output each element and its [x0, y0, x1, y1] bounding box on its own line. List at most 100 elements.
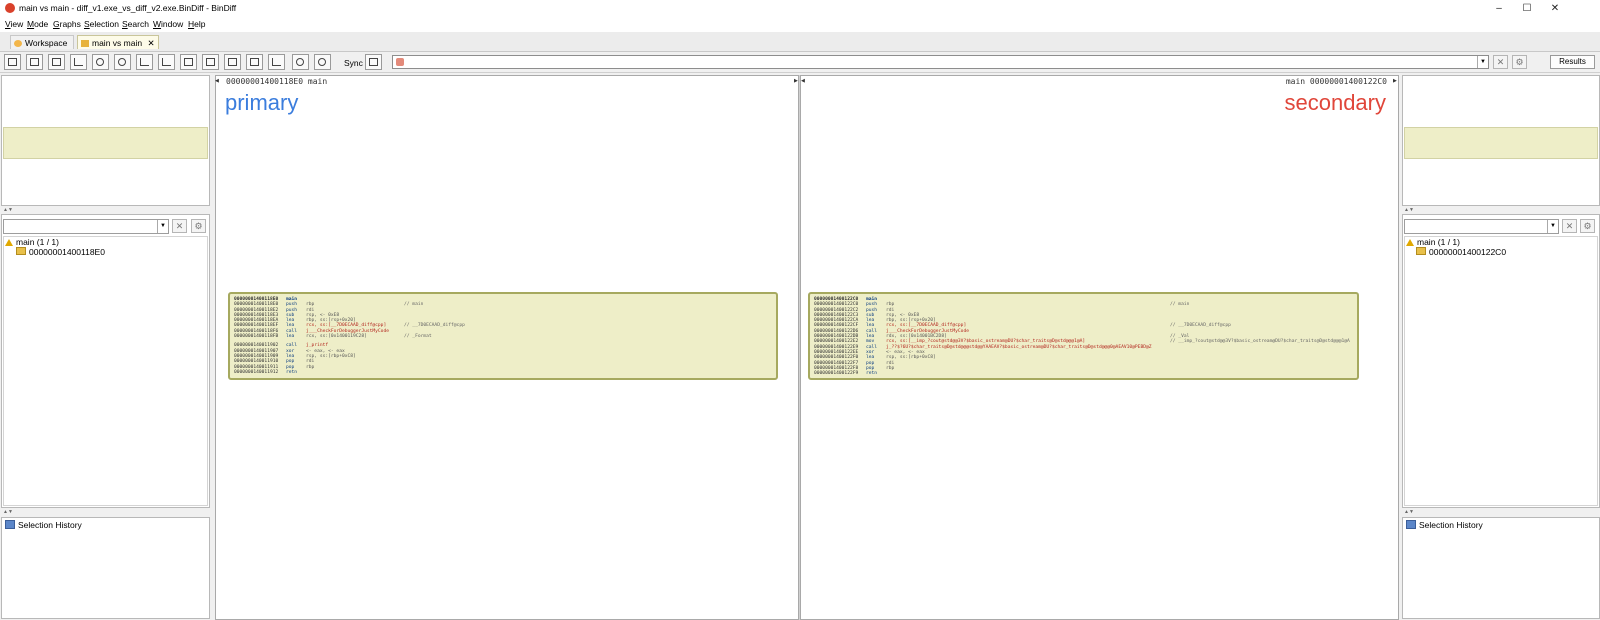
orthogonal-layout-icon: [96, 58, 104, 66]
text-view-button[interactable]: [48, 54, 65, 70]
secondary-tree-child[interactable]: 00000001400122C0: [1416, 247, 1506, 257]
primary-collapse-left[interactable]: ◀: [215, 78, 219, 84]
folder-icon: [1416, 247, 1426, 255]
select-ancestors-button[interactable]: [268, 54, 285, 70]
left-splitter-top[interactable]: ▲▼: [3, 208, 13, 213]
tab-workspace[interactable]: Workspace: [10, 35, 74, 49]
chevron-down-icon[interactable]: ▼: [157, 220, 168, 233]
primary-filter-clear-button[interactable]: ✕: [172, 219, 187, 233]
instruction-row[interactable]: 00000001400122F9 retn: [814, 371, 1353, 376]
hierarchic-layout-button[interactable]: [70, 54, 87, 70]
screenshot-button[interactable]: [246, 54, 263, 70]
primary-tree-child[interactable]: 00000001400118E0: [16, 247, 105, 257]
secondary-tree: [1404, 236, 1598, 506]
instruction-address: 00000001400122F9: [814, 371, 859, 377]
history-icon: [1406, 520, 1416, 529]
primary-tree-child-label: 00000001400118E0: [29, 247, 105, 257]
sync-toggle-button[interactable]: [365, 54, 382, 70]
primary-filter-settings-button[interactable]: ⚙: [191, 219, 206, 233]
menu-search[interactable]: Search: [122, 19, 149, 29]
secondary-tree-root-label: main (1 / 1): [1417, 237, 1460, 247]
menu-window[interactable]: Window: [153, 19, 183, 29]
search-filter-icon: [396, 58, 404, 66]
instruction-mnemonic: retn: [866, 371, 878, 377]
chevron-down-icon[interactable]: ▼: [1477, 56, 1488, 68]
clear-search-button[interactable]: ✕: [1493, 55, 1508, 69]
folder-icon: [16, 247, 26, 255]
secondary-collapse-left[interactable]: ◀: [801, 78, 805, 84]
function-icon: [5, 239, 13, 246]
circular-layout-button[interactable]: [114, 54, 131, 70]
menu-graphs[interactable]: Graphs: [53, 19, 81, 29]
combined-view-button[interactable]: [26, 54, 43, 70]
close-window-button[interactable]: ✕: [1544, 2, 1566, 15]
left-splitter-bottom[interactable]: ▲▼: [3, 510, 13, 515]
function-icon: [1406, 239, 1414, 246]
select-successors-button[interactable]: [292, 54, 309, 70]
search-combo[interactable]: ▼: [392, 55, 1489, 69]
tab-workspace-label: Workspace: [25, 38, 68, 48]
secondary-filter-combo[interactable]: ▼: [1404, 219, 1559, 234]
primary-history-title: Selection History: [18, 520, 82, 530]
primary-label: primary: [225, 90, 299, 115]
secondary-graph-header: main 00000001400122C0: [1285, 77, 1387, 86]
menu-mode[interactable]: Mode: [27, 19, 48, 29]
sync-icon: [369, 58, 378, 66]
primary-tree-root[interactable]: main (1 / 1): [5, 237, 59, 247]
screenshot-icon: [250, 58, 259, 66]
primary-history-header[interactable]: Selection History: [5, 520, 82, 530]
window-title: main vs main - diff_v1.exe_vs_diff_v2.ex…: [19, 3, 237, 13]
secondary-tree-root[interactable]: main (1 / 1): [1406, 237, 1460, 247]
orthogonal-layout-button[interactable]: [92, 54, 109, 70]
workspace-icon: [14, 40, 22, 47]
tab-main-vs-main[interactable]: main vs main ✕: [77, 35, 159, 49]
zoom-fit-icon: [184, 58, 193, 66]
primary-overview-viewport[interactable]: [3, 127, 208, 159]
right-splitter-top[interactable]: ▲▼: [1404, 208, 1414, 213]
select-ancestors-icon: [272, 58, 281, 66]
secondary-history-header[interactable]: Selection History: [1406, 520, 1483, 530]
primary-collapse-right[interactable]: ▶: [794, 78, 798, 84]
proximity-browsing-button[interactable]: [136, 54, 153, 70]
menu-selection[interactable]: Selection: [84, 19, 119, 29]
secondary-collapse-right[interactable]: ▶: [1393, 78, 1397, 84]
minimize-button[interactable]: –: [1488, 2, 1510, 15]
proximity-settings-button[interactable]: [158, 54, 175, 70]
primary-basic-block[interactable]: 00000001400118E0 main 00000001400118E0 push…: [228, 292, 778, 380]
primary-filter-combo[interactable]: ▼: [3, 219, 169, 234]
instruction-row[interactable]: 0000000140011912 retn: [234, 370, 772, 375]
magnifier-button[interactable]: [224, 54, 241, 70]
zoom-fit-button[interactable]: [180, 54, 197, 70]
history-icon: [5, 520, 15, 529]
menu-help[interactable]: Help: [188, 19, 205, 29]
secondary-label: secondary: [1284, 90, 1386, 115]
menu-bar: [0, 17, 1600, 32]
search-settings-button[interactable]: ⚙: [1512, 55, 1527, 69]
lock-selection-button[interactable]: [314, 54, 331, 70]
sync-label: Sync: [344, 58, 363, 68]
instruction-mnemonic: retn: [286, 369, 298, 375]
chevron-down-icon[interactable]: ▼: [1547, 220, 1558, 233]
secondary-overview-viewport[interactable]: [1404, 127, 1598, 159]
maximize-button[interactable]: ☐: [1516, 2, 1538, 15]
select-successors-icon: [296, 58, 304, 66]
secondary-basic-block[interactable]: 00000001400122C0 main 00000001400122C0 push…: [808, 292, 1359, 380]
zoom-selection-button[interactable]: [202, 54, 219, 70]
normal-view-button[interactable]: [4, 54, 21, 70]
menu-view[interactable]: View: [5, 19, 23, 29]
bindiff-app-icon: [5, 3, 15, 13]
right-splitter-bottom[interactable]: ▲▼: [1404, 510, 1414, 515]
title-bar: [0, 0, 1600, 18]
secondary-filter-clear-button[interactable]: ✕: [1562, 219, 1577, 233]
primary-history-panel: [1, 517, 210, 619]
circular-layout-icon: [118, 58, 126, 66]
lock-icon: [318, 58, 326, 66]
secondary-history-title: Selection History: [1419, 520, 1483, 530]
primary-graph-header: 00000001400118E0 main: [226, 77, 328, 86]
secondary-filter-settings-button[interactable]: ⚙: [1580, 219, 1595, 233]
zoom-selection-icon: [206, 58, 215, 66]
tab-close-icon[interactable]: ✕: [147, 38, 154, 48]
secondary-history-panel: [1402, 517, 1600, 619]
results-button[interactable]: Results: [1550, 55, 1595, 69]
tab-strip: [0, 32, 1600, 52]
